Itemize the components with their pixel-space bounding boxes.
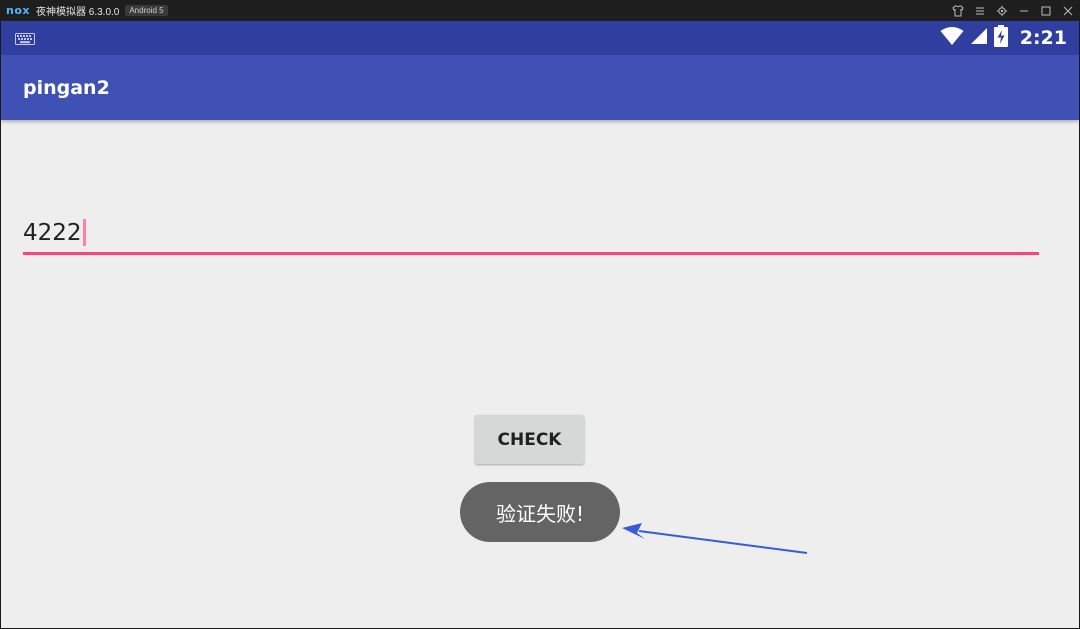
nox-logo: nox [6, 4, 30, 17]
status-time: 2:21 [1019, 27, 1067, 49]
input-value: 4222 [23, 219, 82, 246]
emulator-titlebar: nox 夜神模拟器 6.3.0.0 Android 5 [0, 0, 1080, 21]
emulator-title: 夜神模拟器 6.3.0.0 [35, 7, 120, 18]
menu-icon[interactable] [972, 3, 988, 19]
settings-icon[interactable] [994, 3, 1010, 19]
maximize-icon[interactable] [1038, 3, 1054, 19]
status-icons: 2:21 [940, 24, 1067, 52]
signal-icon [970, 27, 988, 50]
android-version-badge: Android 5 [125, 5, 168, 16]
battery-charging-icon [993, 24, 1008, 52]
input-field[interactable]: 4222 [23, 217, 1039, 257]
app-toolbar: pingan2 [1, 55, 1079, 120]
check-button[interactable]: CHECK [475, 415, 584, 464]
wifi-icon [940, 26, 964, 51]
toast-message: 验证失败! [460, 482, 620, 542]
android-screen: 2:21 pingan2 4222 CHECK 验证失败! [1, 21, 1079, 628]
input-underline [23, 252, 1039, 255]
keyboard-icon [15, 32, 35, 50]
text-cursor [82, 219, 86, 246]
status-bar: 2:21 [1, 21, 1079, 55]
shirt-icon[interactable] [950, 3, 966, 19]
app-title: pingan2 [23, 77, 110, 99]
minimize-icon[interactable] [1016, 3, 1032, 19]
window-controls [950, 0, 1076, 21]
close-icon[interactable] [1060, 3, 1076, 19]
